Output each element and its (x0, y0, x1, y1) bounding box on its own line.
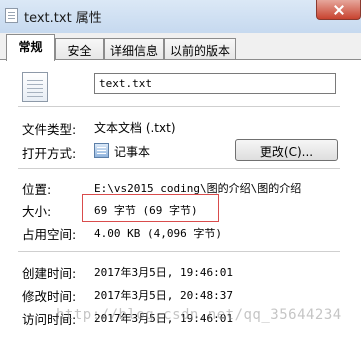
location-label: 位置: (22, 182, 52, 197)
separator (18, 251, 340, 252)
tab-previous-versions[interactable]: 以前的版本 (164, 38, 236, 60)
notepad-icon (94, 143, 109, 158)
change-button[interactable]: 更改(C)... (235, 139, 338, 161)
file-type-value: 文本文档 (.txt) (94, 121, 176, 135)
watermark: http://blog.csdn.net/qq_35644234 (56, 307, 342, 323)
tab-security[interactable]: 安全 (55, 38, 104, 60)
size-on-disk-value: 4.00 KB (4,096 字节) (94, 227, 222, 240)
separator (18, 106, 340, 107)
file-name-field[interactable] (94, 73, 336, 94)
modified-value: 2017年3月5日, 20:48:37 (94, 289, 233, 302)
close-button[interactable] (316, 0, 361, 20)
text-file-icon (22, 72, 48, 102)
window-title: text.txt 属性 (24, 11, 102, 26)
tab-bar: 常规 安全 详细信息 以前的版本 (0, 33, 361, 61)
modified-label: 修改时间: (22, 289, 77, 304)
tab-general[interactable]: 常规 (6, 34, 55, 61)
title-bar[interactable]: text.txt 属性 (0, 0, 361, 33)
open-with-label: 打开方式: (22, 146, 77, 161)
size-label: 大小: (22, 204, 52, 219)
open-with-value: 记事本 (114, 145, 151, 159)
separator (18, 168, 340, 169)
created-label: 创建时间: (22, 266, 77, 281)
tab-details[interactable]: 详细信息 (104, 38, 164, 60)
created-value: 2017年3月5日, 19:46:01 (94, 266, 233, 279)
size-on-disk-label: 占用空间: (22, 227, 77, 242)
text-file-icon (5, 8, 18, 23)
size-highlight-box (82, 194, 219, 222)
file-type-label: 文件类型: (22, 122, 77, 137)
